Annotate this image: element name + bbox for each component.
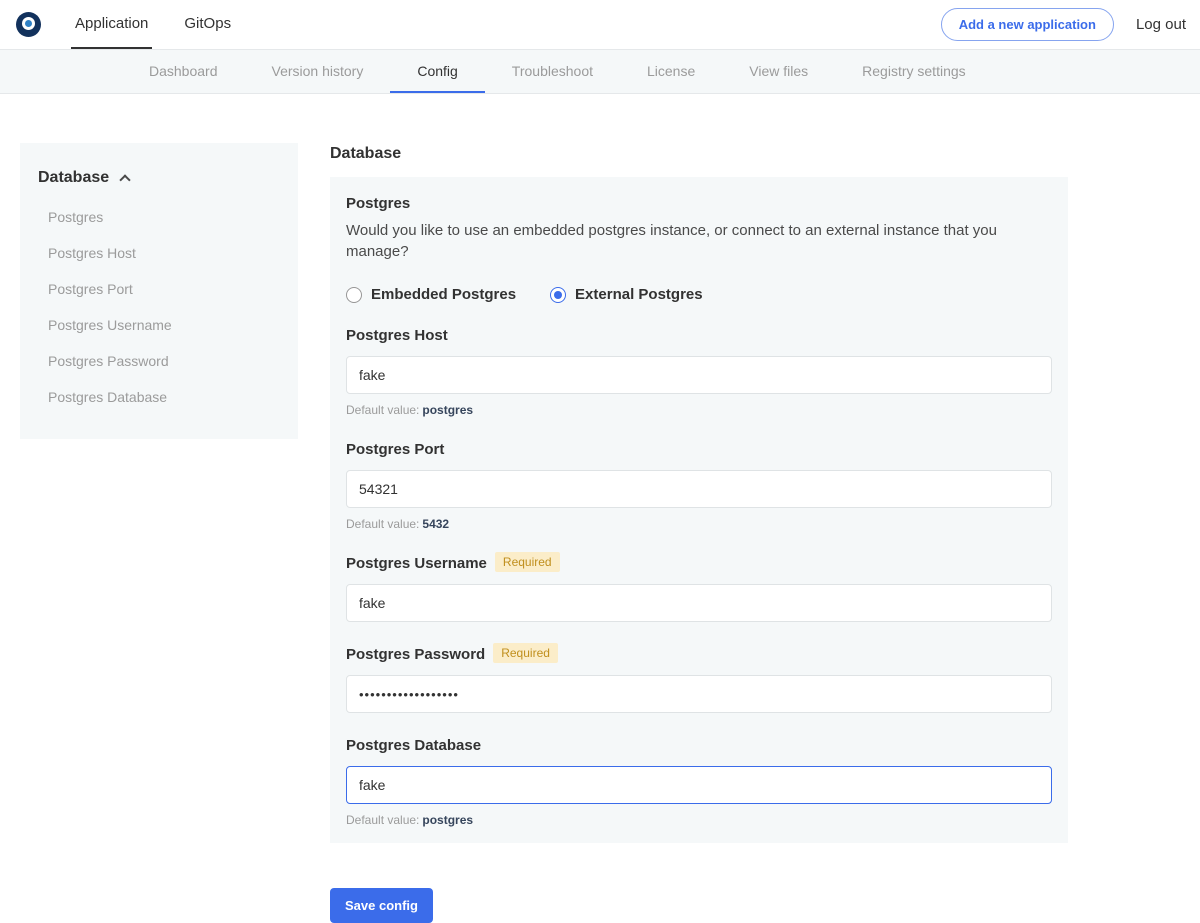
radio-embedded-postgres[interactable]: Embedded Postgres xyxy=(346,286,516,303)
default-hint: Default value:postgres xyxy=(346,813,1052,827)
default-label: Default value: xyxy=(346,403,419,417)
postgres-port-input[interactable] xyxy=(346,470,1052,508)
app-logo-icon xyxy=(16,12,41,37)
sidebar-item-postgres-username[interactable]: Postgres Username xyxy=(38,307,280,343)
chevron-up-icon xyxy=(119,174,130,185)
postgres-database-input[interactable] xyxy=(346,766,1052,804)
field-postgres-port: Postgres Port Default value:5432 xyxy=(346,441,1052,531)
add-application-button[interactable]: Add a new application xyxy=(941,8,1114,41)
sidebar-item-postgres[interactable]: Postgres xyxy=(38,199,280,235)
subnav-item-view-files[interactable]: View files xyxy=(722,50,835,93)
section-title: Database xyxy=(330,145,1068,163)
config-group-box: Postgres Would you like to use an embedd… xyxy=(330,177,1068,843)
config-main: Database Postgres Would you like to use … xyxy=(330,143,1068,923)
default-hint: Default value:postgres xyxy=(346,403,1052,417)
field-label: Postgres Port xyxy=(346,441,444,458)
default-hint: Default value:5432 xyxy=(346,517,1052,531)
group-help-text: Would you like to use an embedded postgr… xyxy=(346,220,1052,262)
subnav-item-registry-settings[interactable]: Registry settings xyxy=(835,50,992,93)
radio-label: External Postgres xyxy=(575,286,703,303)
app-logo xyxy=(16,0,41,49)
tab-application[interactable]: Application xyxy=(71,0,152,49)
subnav-item-version-history[interactable]: Version history xyxy=(245,50,391,93)
default-value: postgres xyxy=(422,403,473,417)
radio-label: Embedded Postgres xyxy=(371,286,516,303)
field-label: Postgres Host xyxy=(346,327,448,344)
topnav-right: Add a new application Log out xyxy=(941,0,1186,49)
default-label: Default value: xyxy=(346,517,419,531)
tab-gitops[interactable]: GitOps xyxy=(180,0,235,49)
subnav-item-config[interactable]: Config xyxy=(390,50,484,93)
field-postgres-username: Postgres Username Required xyxy=(346,555,1052,622)
field-label: Postgres Database xyxy=(346,737,481,754)
save-config-button[interactable]: Save config xyxy=(330,888,433,923)
radio-unchecked-icon xyxy=(346,287,362,303)
postgres-username-input[interactable] xyxy=(346,584,1052,622)
required-badge: Required xyxy=(495,552,560,572)
default-label: Default value: xyxy=(346,813,419,827)
sidebar-item-postgres-password[interactable]: Postgres Password xyxy=(38,343,280,379)
default-value: 5432 xyxy=(422,517,449,531)
subnav-item-troubleshoot[interactable]: Troubleshoot xyxy=(485,50,620,93)
postgres-host-input[interactable] xyxy=(346,356,1052,394)
postgres-mode-radio-group: Embedded Postgres External Postgres xyxy=(346,286,1052,303)
field-label: Postgres Password xyxy=(346,646,485,663)
radio-checked-icon xyxy=(550,287,566,303)
subnav: Dashboard Version history Config Trouble… xyxy=(0,50,1200,94)
radio-external-postgres[interactable]: External Postgres xyxy=(550,286,703,303)
top-navbar: Application GitOps Add a new application… xyxy=(0,0,1200,50)
top-tabs: Application GitOps xyxy=(71,0,263,49)
field-label: Postgres Username xyxy=(346,555,487,572)
subnav-item-dashboard[interactable]: Dashboard xyxy=(122,50,245,93)
sidebar-group-label: Database xyxy=(38,169,109,187)
sidebar-item-postgres-database[interactable]: Postgres Database xyxy=(38,379,280,415)
field-postgres-host: Postgres Host Default value:postgres xyxy=(346,327,1052,417)
field-postgres-database: Postgres Database Default value:postgres xyxy=(346,737,1052,827)
postgres-password-input[interactable] xyxy=(346,675,1052,713)
group-heading: Postgres xyxy=(346,195,1052,212)
subnav-item-license[interactable]: License xyxy=(620,50,722,93)
sidebar-item-postgres-host[interactable]: Postgres Host xyxy=(38,235,280,271)
config-sidebar: Database Postgres Postgres Host Postgres… xyxy=(20,143,298,439)
required-badge: Required xyxy=(493,643,558,663)
sidebar-items: Postgres Postgres Host Postgres Port Pos… xyxy=(38,199,280,415)
logout-link[interactable]: Log out xyxy=(1136,16,1186,33)
sidebar-group-database[interactable]: Database xyxy=(38,169,280,187)
default-value: postgres xyxy=(422,813,473,827)
content-area: Database Postgres Postgres Host Postgres… xyxy=(0,94,1200,923)
field-postgres-password: Postgres Password Required xyxy=(346,646,1052,713)
sidebar-item-postgres-port[interactable]: Postgres Port xyxy=(38,271,280,307)
